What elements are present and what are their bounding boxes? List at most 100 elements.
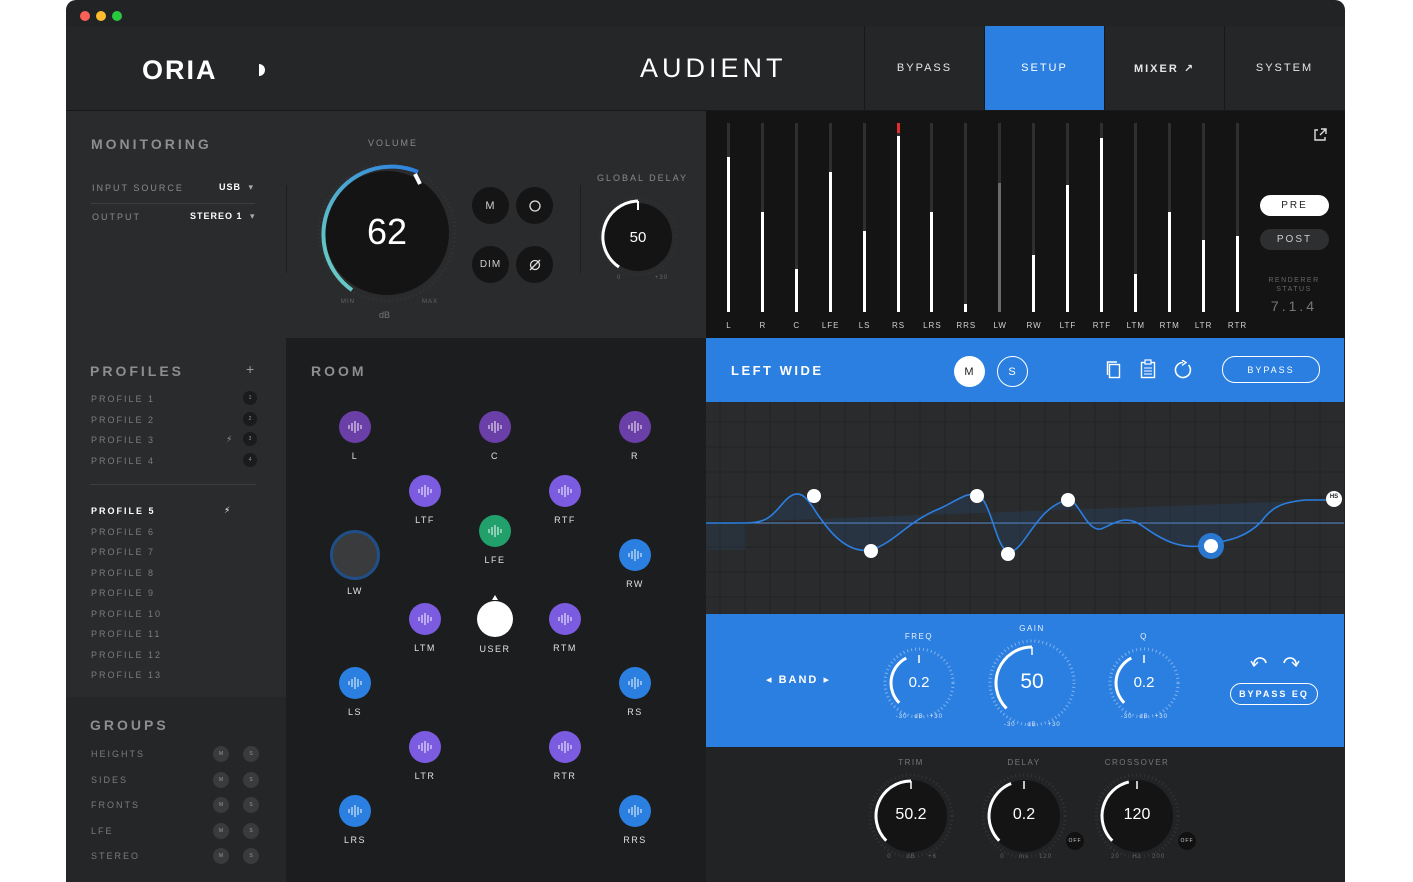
- waveform-icon: [418, 485, 432, 497]
- eq-band-node[interactable]: [864, 544, 878, 558]
- speaker-r[interactable]: [619, 411, 651, 443]
- speaker-rrs[interactable]: [619, 795, 651, 827]
- dim-button[interactable]: DIM: [472, 246, 509, 283]
- speaker-rs[interactable]: [619, 667, 651, 699]
- speaker-label: C: [491, 451, 499, 461]
- group-mute-button[interactable]: M: [213, 746, 229, 762]
- speaker-l[interactable]: [339, 411, 371, 443]
- speaker-c[interactable]: [479, 411, 511, 443]
- group-mute-button[interactable]: M: [213, 797, 229, 813]
- post-button[interactable]: POST: [1260, 229, 1329, 250]
- profile-item[interactable]: PROFILE 4: [91, 456, 155, 466]
- eq-band-node[interactable]: [970, 489, 984, 503]
- eq-curve: [706, 402, 1344, 614]
- close-window-button[interactable]: [80, 11, 90, 21]
- half-circle-icon[interactable]: [257, 63, 269, 77]
- group-solo-button[interactable]: S: [243, 746, 259, 762]
- speaker-lfe[interactable]: [479, 515, 511, 547]
- meter-level: [1066, 185, 1069, 312]
- profile-item[interactable]: PROFILE 7: [91, 547, 155, 557]
- global-delay-value: 50: [629, 229, 647, 246]
- speaker-rtm[interactable]: [549, 603, 581, 635]
- group-solo-button[interactable]: S: [243, 797, 259, 813]
- channel-solo-button[interactable]: S: [997, 356, 1028, 387]
- profile-item[interactable]: PROFILE 10: [91, 609, 162, 619]
- phase-button[interactable]: [516, 246, 553, 283]
- profile-item[interactable]: PROFILE 2: [91, 415, 155, 425]
- group-mute-button[interactable]: M: [213, 822, 229, 839]
- circle-icon: [528, 199, 541, 212]
- eq-graph[interactable]: HS: [706, 402, 1344, 614]
- zoom-window-button[interactable]: [112, 11, 122, 21]
- meter-channel-label: C: [793, 321, 801, 330]
- profile-item[interactable]: PROFILE 5: [91, 506, 156, 516]
- speaker-rtf[interactable]: [549, 475, 581, 507]
- band-selector[interactable]: ◂ BAND ▸: [766, 673, 831, 686]
- tab-setup[interactable]: SETUP: [984, 26, 1104, 110]
- meter-channel-label: RTF: [1092, 321, 1112, 330]
- add-profile-button[interactable]: +: [246, 361, 254, 377]
- speaker-lw[interactable]: [330, 530, 380, 580]
- group-item: STEREO: [91, 851, 141, 861]
- speaker-rtr[interactable]: [549, 731, 581, 763]
- delay-off-button[interactable]: OFF: [1066, 832, 1084, 850]
- speaker-rw[interactable]: [619, 539, 651, 571]
- meter-channel-label: LW: [993, 321, 1007, 330]
- undo-icon[interactable]: [1250, 655, 1270, 669]
- tab-mixer[interactable]: MIXER ↗: [1104, 26, 1224, 110]
- eq-band-node[interactable]: [1061, 493, 1075, 507]
- profile-item[interactable]: PROFILE 1: [91, 394, 155, 404]
- speaker-lrs[interactable]: [339, 795, 371, 827]
- group-mute-button[interactable]: M: [213, 771, 229, 788]
- copy-icon[interactable]: [1106, 360, 1122, 380]
- speaker-ltf[interactable]: [409, 475, 441, 507]
- minimize-window-button[interactable]: [96, 11, 106, 21]
- profile-number-badge: 4: [243, 452, 257, 467]
- trim-min: 0: [887, 854, 892, 860]
- speaker-ltr[interactable]: [409, 731, 441, 763]
- meter-bar: [1066, 123, 1069, 312]
- group-solo-button[interactable]: S: [243, 771, 259, 788]
- input-source-select[interactable]: USB ▾: [219, 182, 254, 193]
- channel-bypass-button[interactable]: BYPASS: [1222, 356, 1320, 383]
- freq-value: 0.2: [908, 674, 930, 691]
- profile-item[interactable]: PROFILE 13: [91, 670, 162, 680]
- group-solo-button[interactable]: S: [243, 822, 259, 839]
- group-solo-button[interactable]: S: [243, 848, 259, 864]
- channel-mute-button[interactable]: M: [954, 356, 985, 387]
- chevron-left-icon[interactable]: ◂: [766, 674, 774, 686]
- speaker-ls[interactable]: [339, 667, 371, 699]
- meter-level: [1201, 240, 1205, 312]
- chevron-right-icon[interactable]: ▸: [823, 674, 831, 686]
- meter-level: [1099, 138, 1103, 312]
- speaker-label: RTF: [554, 515, 576, 525]
- crossover-min: 20: [1111, 854, 1120, 860]
- profile-item[interactable]: PROFILE 3: [91, 435, 155, 445]
- mono-button[interactable]: [516, 187, 553, 224]
- profile-item[interactable]: PROFILE 9: [91, 588, 155, 598]
- output-select[interactable]: STEREO 1 ▾: [190, 211, 256, 222]
- profile-number-badge: 2: [243, 411, 257, 426]
- profile-item[interactable]: PROFILE 6: [91, 527, 155, 537]
- crossover-off-button[interactable]: OFF: [1178, 832, 1196, 850]
- paste-icon[interactable]: [1140, 359, 1156, 379]
- tab-bypass[interactable]: BYPASS: [864, 26, 984, 110]
- speaker-ltm[interactable]: [409, 603, 441, 635]
- redo-icon[interactable]: [1280, 655, 1300, 669]
- waveform-icon: [418, 741, 432, 753]
- delay-max: 120: [1039, 854, 1053, 860]
- speaker-user[interactable]: [477, 595, 513, 637]
- external-link-icon[interactable]: [1312, 127, 1328, 143]
- eq-band-node[interactable]: [807, 489, 821, 503]
- mute-button[interactable]: M: [472, 187, 509, 224]
- pre-button[interactable]: PRE: [1260, 195, 1329, 216]
- eq-band-node[interactable]: [1001, 547, 1015, 561]
- divider: [90, 484, 256, 485]
- profile-item[interactable]: PROFILE 11: [91, 629, 161, 639]
- reset-icon[interactable]: [1173, 360, 1193, 380]
- bypass-eq-button[interactable]: BYPASS EQ: [1230, 683, 1318, 705]
- group-mute-button[interactable]: M: [213, 848, 229, 864]
- tab-system[interactable]: SYSTEM: [1224, 26, 1344, 110]
- profile-item[interactable]: PROFILE 8: [91, 568, 155, 578]
- profile-item[interactable]: PROFILE 12: [91, 650, 162, 660]
